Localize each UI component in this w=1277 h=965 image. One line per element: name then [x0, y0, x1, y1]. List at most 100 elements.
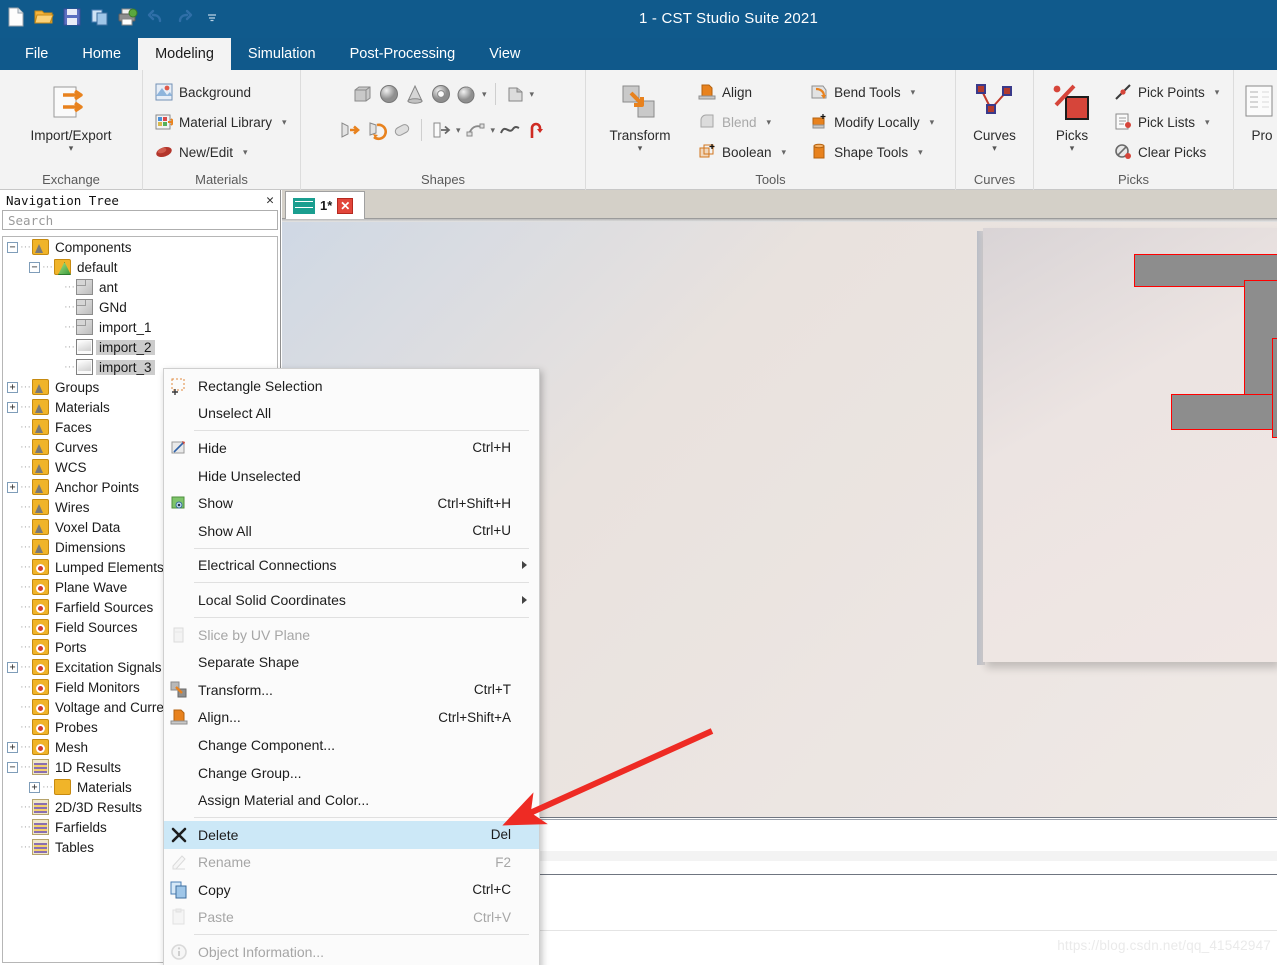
curve-icon[interactable] [499, 119, 521, 141]
properties-button[interactable]: Pro [1242, 76, 1277, 143]
chevron-down-icon[interactable]: ▾ [282, 117, 287, 128]
curves-button[interactable]: Curves ▾ [964, 76, 1025, 153]
spline-icon[interactable] [525, 119, 547, 141]
chevron-down-icon[interactable]: ▾ [243, 147, 248, 158]
chevron-down-icon[interactable]: ▾ [782, 147, 787, 158]
tree-node-components[interactable]: − ··· Components [3, 237, 277, 257]
close-icon[interactable]: ✕ [266, 193, 274, 208]
ribbon-group-curves: Curves ▾ Curves [955, 70, 1033, 190]
expand-icon[interactable]: + [7, 741, 18, 753]
ellipsoid-icon[interactable] [456, 83, 478, 105]
tree-node-gnd[interactable]: ··· GNd [3, 297, 277, 317]
context-menu-item-show-all[interactable]: Show All Ctrl+U [164, 517, 539, 545]
tree-node-default[interactable]: − ··· default [3, 257, 277, 277]
expand-icon[interactable]: + [7, 661, 18, 673]
chevron-down-icon[interactable]: ▾ [992, 144, 997, 153]
extrude-icon[interactable] [504, 83, 526, 105]
context-menu-item-change-component[interactable]: Change Component... [164, 731, 539, 759]
chevron-down-icon[interactable]: ▾ [918, 147, 923, 158]
torus-icon[interactable] [430, 83, 452, 105]
context-menu-item-hide[interactable]: Hide Ctrl+H [164, 434, 539, 462]
document-tab-1[interactable]: 1* ✕ [285, 191, 365, 219]
collapse-icon[interactable]: − [29, 261, 40, 273]
chevron-down-icon[interactable]: ▾ [638, 144, 643, 153]
brick-icon[interactable] [352, 83, 374, 105]
tab-view[interactable]: View [472, 38, 537, 70]
blend-button[interactable]: Blend ▾ [694, 108, 790, 136]
background-button[interactable]: Background [151, 78, 291, 106]
context-menu-item-rectangle-selection[interactable]: Rectangle Selection [164, 372, 539, 400]
chevron-down-icon[interactable]: ▾ [1070, 144, 1075, 153]
cone-icon[interactable] [404, 83, 426, 105]
expand-icon[interactable]: + [7, 381, 18, 393]
tab-file[interactable]: File [8, 38, 65, 70]
chevron-down-icon[interactable]: ▾ [456, 125, 461, 136]
ribbon-tab-bar[interactable]: File Home Modeling Simulation Post-Proce… [0, 38, 1277, 70]
tree-node-import-1[interactable]: ··· import_1 [3, 317, 277, 337]
chevron-down-icon[interactable]: ▾ [930, 117, 935, 128]
modify-locally-button[interactable]: Modify Locally ▾ [806, 108, 938, 136]
close-icon[interactable]: ✕ [337, 197, 354, 214]
chevron-down-icon[interactable]: ▾ [1205, 117, 1210, 128]
search-input[interactable] [8, 212, 272, 228]
object-information-icon [170, 943, 190, 961]
tab-simulation[interactable]: Simulation [231, 38, 333, 70]
tree-node-import-2[interactable]: ··· import_2 [3, 337, 277, 357]
collapse-icon[interactable]: − [7, 241, 18, 253]
sphere-icon[interactable] [378, 83, 400, 105]
context-menu-item-change-group[interactable]: Change Group... [164, 759, 539, 787]
chevron-down-icon[interactable]: ▾ [1215, 87, 1220, 98]
picks-button[interactable]: Picks ▾ [1042, 76, 1102, 153]
chevron-down-icon[interactable]: ▾ [69, 144, 74, 153]
material-library-button[interactable]: Material Library ▾ [151, 108, 291, 136]
expand-icon[interactable]: + [7, 481, 18, 493]
trace-segment-middle[interactable] [1171, 394, 1277, 430]
expand-icon[interactable]: + [7, 401, 18, 413]
chevron-down-icon[interactable]: ▾ [911, 87, 916, 98]
context-menu-item-delete[interactable]: Delete Del [164, 820, 539, 849]
chevron-down-icon[interactable]: ▾ [530, 89, 535, 100]
trace-segment-right-edge[interactable] [1272, 338, 1277, 438]
context-menu-item-separate-shape[interactable]: Separate Shape [164, 648, 539, 676]
context-menu-item-hide-unselected[interactable]: Hide Unselected [164, 462, 539, 490]
trace-icon[interactable] [430, 119, 452, 141]
substrate-board[interactable] [983, 228, 1277, 662]
clear-picks-button[interactable]: Clear Picks [1110, 138, 1223, 166]
bend-icon[interactable] [391, 119, 413, 141]
search-box[interactable] [2, 210, 278, 230]
collapse-icon[interactable]: − [7, 761, 18, 773]
import-export-button[interactable]: Import/Export ▾ [25, 76, 117, 153]
expand-icon[interactable]: + [29, 781, 40, 793]
align-button[interactable]: Align [694, 78, 790, 106]
context-menu-item-local-solid-coordinates[interactable]: Local Solid Coordinates [164, 586, 539, 614]
context-menu-item-unselect-all[interactable]: Unselect All [164, 400, 539, 428]
rotate-shape-icon[interactable] [339, 119, 361, 141]
bend-tools-button[interactable]: Bend Tools ▾ [806, 78, 938, 106]
chevron-down-icon[interactable]: ▾ [767, 117, 772, 128]
tree-node-ant[interactable]: ··· ant [3, 277, 277, 297]
tab-post-processing[interactable]: Post-Processing [333, 38, 473, 70]
context-menu-item-assign-material-and-color[interactable]: Assign Material and Color... [164, 786, 539, 814]
document-tab-strip[interactable]: 1* ✕ [282, 190, 1277, 219]
chevron-down-icon[interactable]: ▾ [491, 125, 496, 136]
loft-icon[interactable] [365, 119, 387, 141]
pick-lists-button[interactable]: Pick Lists ▾ [1110, 108, 1223, 136]
title-bar: 1 - CST Studio Suite 2021 [0, 0, 1277, 38]
tab-home[interactable]: Home [65, 38, 138, 70]
context-menu-item-transform[interactable]: Transform... Ctrl+T [164, 676, 539, 704]
new-edit-material-button[interactable]: New/Edit ▾ [151, 138, 291, 166]
shape-tools-button[interactable]: Shape Tools ▾ [806, 138, 938, 166]
boolean-button[interactable]: Boolean ▾ [694, 138, 790, 166]
transform-button[interactable]: Transform ▾ [594, 76, 686, 153]
context-menu-item-electrical-connections[interactable]: Electrical Connections [164, 552, 539, 580]
chevron-down-icon[interactable]: ▾ [482, 89, 487, 100]
bondwire-icon[interactable] [465, 119, 487, 141]
context-menu-item-copy[interactable]: Copy Ctrl+C [164, 876, 539, 904]
context-menu[interactable]: Rectangle Selection Unselect All Hide Ctrl+… [163, 368, 540, 965]
context-menu-item-show[interactable]: Show Ctrl+Shift+H [164, 489, 539, 517]
pick-points-button[interactable]: Pick Points ▾ [1110, 78, 1223, 106]
tab-modeling[interactable]: Modeling [138, 38, 231, 70]
context-menu-item-align[interactable]: Align... Ctrl+Shift+A [164, 704, 539, 732]
